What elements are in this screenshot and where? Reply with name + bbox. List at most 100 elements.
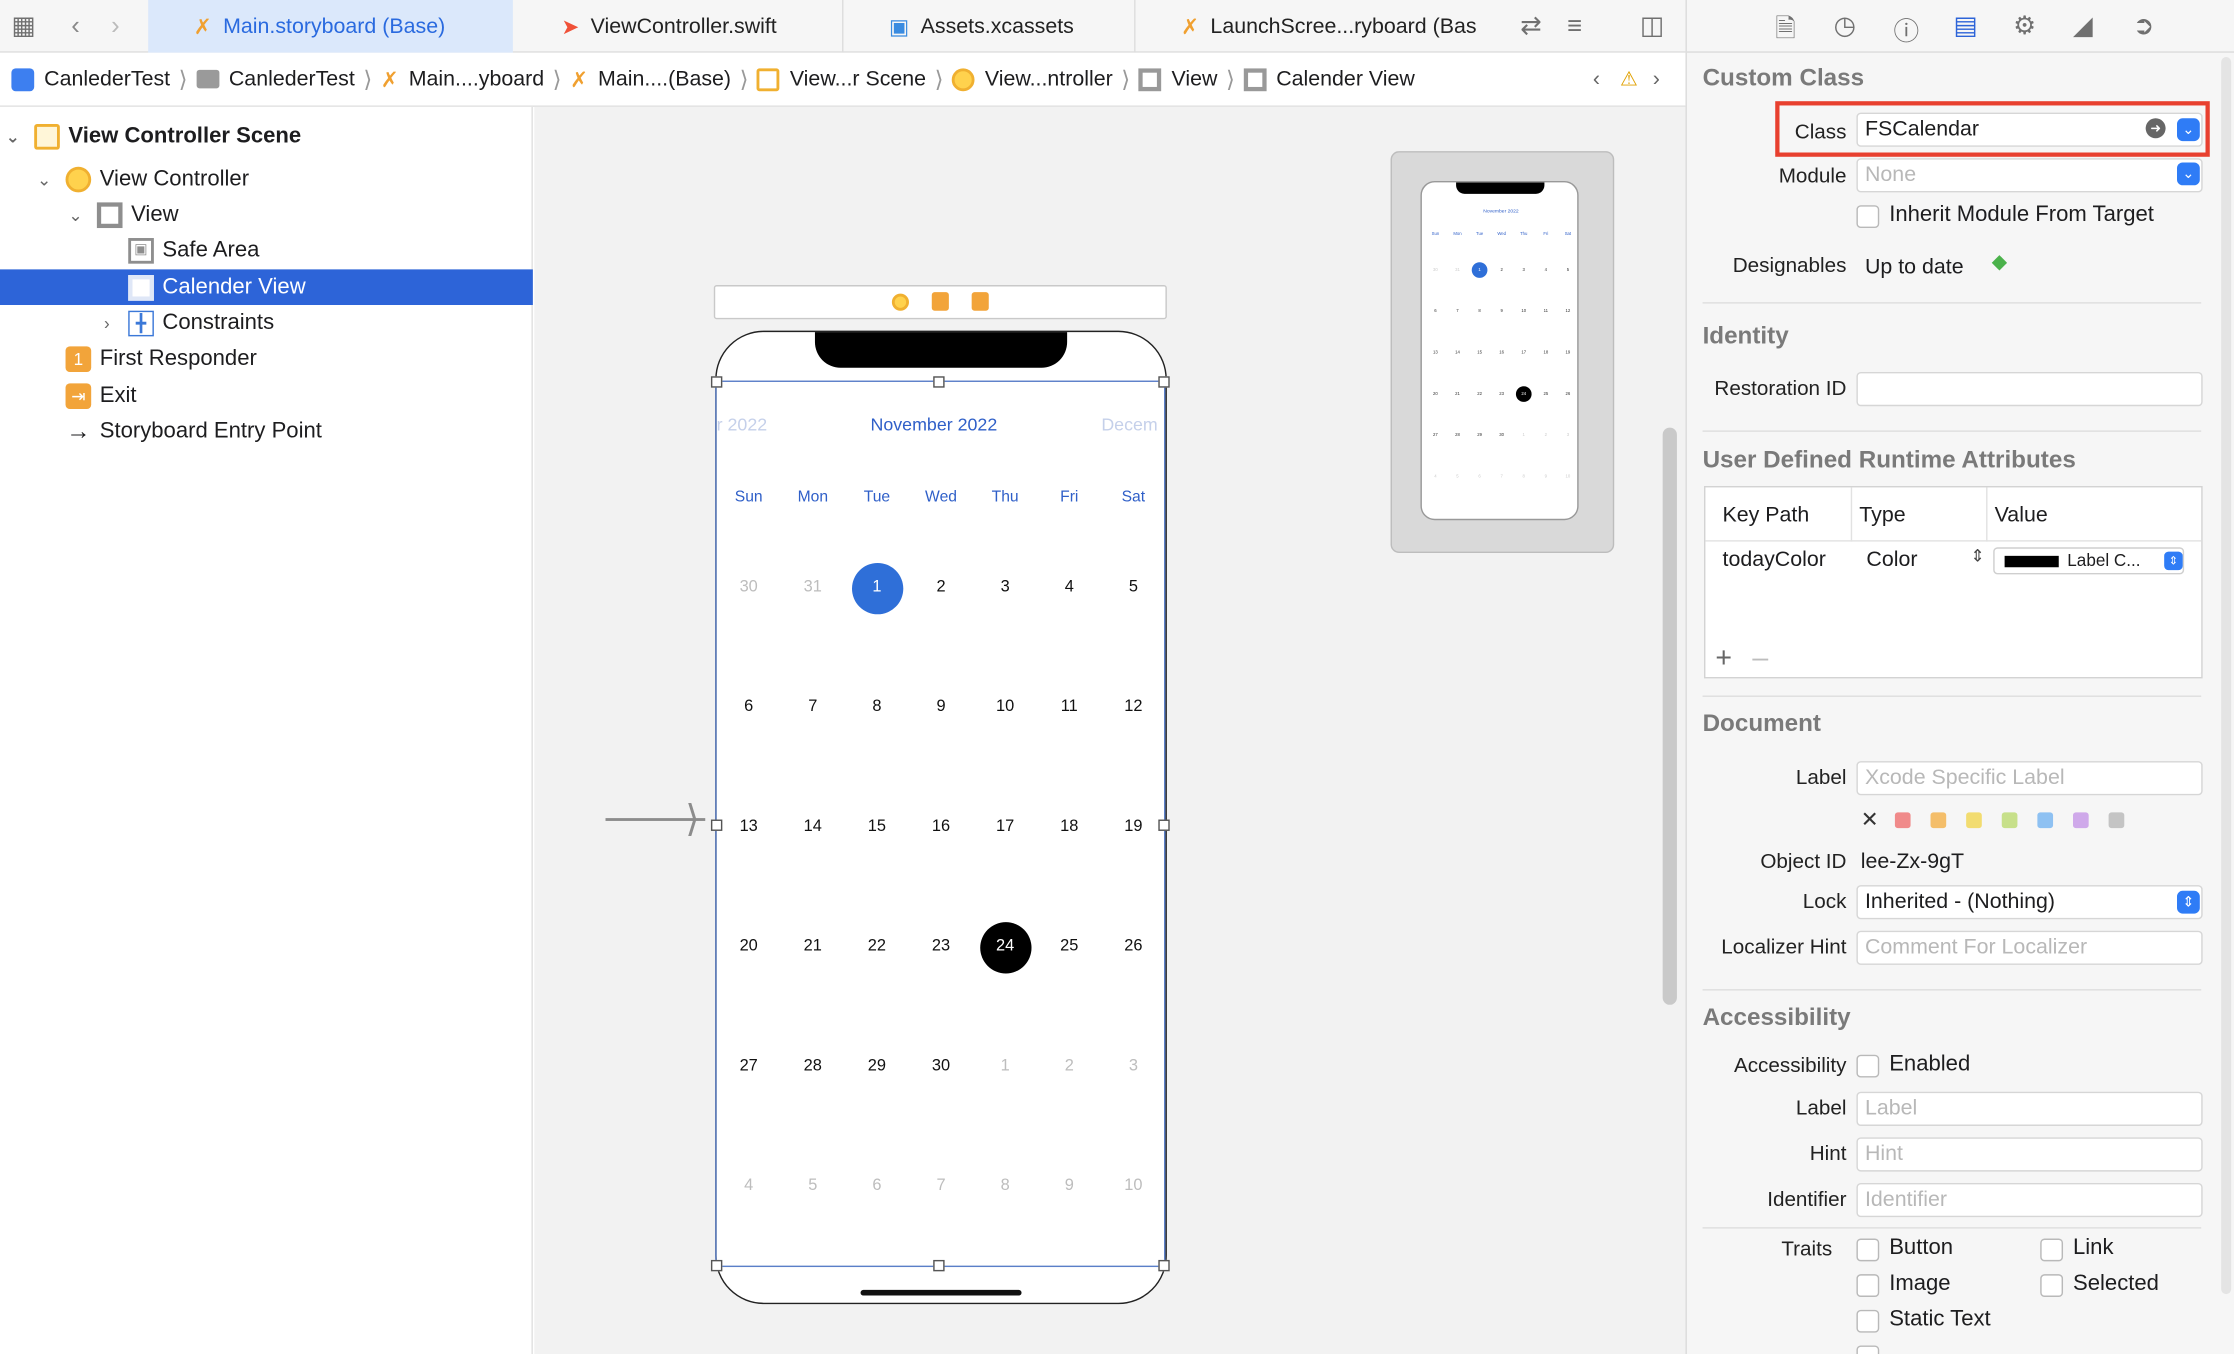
accessibility-enabled-checkbox[interactable] (1856, 1054, 1880, 1078)
issue-back-icon[interactable]: ‹ (1593, 67, 1600, 91)
calendar-day[interactable]: 6 (717, 698, 781, 715)
stepper-icon[interactable]: ⇕ (1970, 546, 1984, 566)
class-dropdown-button[interactable]: ⌄ (2177, 118, 2200, 142)
exit-icon[interactable] (971, 292, 989, 311)
resize-handle[interactable] (710, 1259, 723, 1272)
go-arrow-icon[interactable]: ➜ (2145, 118, 2166, 139)
lines-icon[interactable]: ≡ (1567, 11, 1582, 41)
key-path-cell[interactable]: todayColor (1723, 547, 1826, 571)
outline-item-calender-view[interactable]: Calender View (0, 269, 533, 306)
add-editor-icon[interactable]: ◫ (1640, 11, 1664, 41)
trait-selected-checkbox[interactable] (2040, 1274, 2064, 1297)
calendar-day[interactable]: 11 (1037, 698, 1101, 715)
calendar-day[interactable]: 2 (909, 579, 973, 596)
issue-forward-icon[interactable]: › (1653, 67, 1660, 91)
lock-popup[interactable]: Inherited - (Nothing) (1856, 885, 2203, 920)
canvas-minimap[interactable]: November 2022 Sun Mon Tue Wed Thu Fri Sat 30 31 1… (1390, 151, 1615, 554)
label-color-swatch[interactable] (2072, 812, 2089, 829)
canvas-scrollbar[interactable] (1662, 427, 1677, 1005)
calendar-prev-month[interactable]: r 2022 (717, 415, 768, 435)
outline-item-view-controller[interactable]: ⌄ View Controller (0, 161, 533, 197)
calender-view[interactable]: r 2022 November 2022 Decem Sun Mon Tue Wed T… (715, 380, 1166, 1268)
breadcrumb-item[interactable]: CanlederTest (196, 67, 355, 91)
trait-static-text-checkbox[interactable] (1856, 1309, 1880, 1333)
inspector-scrollbar[interactable] (2221, 57, 2232, 1295)
trait-image-checkbox[interactable] (1856, 1274, 1880, 1297)
history-icon[interactable]: ◷ (1834, 11, 1856, 41)
calendar-day[interactable]: 9 (909, 698, 973, 715)
color-dropdown-icon[interactable]: ⇕ (2164, 551, 2183, 571)
help-icon[interactable]: ⓘ (1893, 11, 1919, 48)
disclosure-down-icon[interactable]: ⌄ (34, 169, 54, 189)
disclosure-right-icon[interactable]: › (97, 313, 117, 333)
tab-main-storyboard[interactable]: ✗ Main.storyboard (Base) (148, 0, 513, 53)
breadcrumb-item[interactable]: ✗ Main....(Base) (570, 66, 731, 92)
calendar-day[interactable]: 28 (781, 1058, 845, 1075)
warning-icon[interactable]: ⚠ (1620, 67, 1638, 91)
lock-dropdown-icon[interactable]: ⇕ (2177, 890, 2200, 914)
calendar-day[interactable]: 30 (717, 579, 781, 596)
calendar-day[interactable]: 6 (845, 1177, 909, 1194)
first-responder-icon[interactable] (931, 292, 949, 311)
disclosure-down-icon[interactable]: ⌄ (3, 126, 23, 146)
outline-item-view[interactable]: ⌄ View (0, 197, 533, 233)
scene-dock[interactable] (713, 285, 1167, 320)
calendar-day[interactable]: 20 (717, 938, 781, 955)
label-color-swatch[interactable] (2108, 812, 2125, 829)
calendar-day[interactable]: 23 (909, 938, 973, 955)
label-color-swatch[interactable] (1894, 812, 1911, 829)
trait-button-checkbox[interactable] (1856, 1238, 1880, 1262)
calendar-day[interactable]: 25 (1037, 938, 1101, 955)
outline-item-exit[interactable]: ⇥ Exit (0, 378, 533, 414)
tab-launchscreen[interactable]: ✗ LaunchScree...ryboard (Bas (1136, 0, 1506, 53)
color-value-popup[interactable]: Label C... ⇕ (1993, 547, 2185, 575)
column-header-key-path[interactable]: Key Path (1723, 503, 1810, 527)
calendar-day[interactable]: 3 (973, 579, 1037, 596)
calendar-day[interactable]: 5 (1101, 579, 1164, 596)
table-row[interactable]: todayColor Color ⇕ Label C... ⇕ (1705, 543, 2201, 580)
localizer-hint-input[interactable]: Comment For Localizer (1856, 930, 2203, 965)
outline-item-constraints[interactable]: › ╋ Constraints (0, 305, 533, 341)
resize-handle[interactable] (710, 376, 723, 388)
calendar-day[interactable]: 31 (781, 579, 845, 596)
label-color-swatch[interactable] (1966, 812, 1982, 829)
outline-item-safe-area[interactable]: ▣ Safe Area (0, 232, 533, 268)
forward-chevron-icon[interactable]: › (111, 11, 120, 41)
accessibility-identifier-input[interactable]: Identifier (1856, 1182, 2203, 1218)
identity-icon[interactable]: ▤ (1953, 11, 1977, 41)
label-color-swatch[interactable] (1930, 812, 1947, 829)
restoration-id-input[interactable] (1856, 371, 2203, 407)
view-controller-icon[interactable] (891, 293, 909, 311)
calendar-day[interactable]: 26 (1101, 938, 1164, 955)
calendar-day[interactable]: 1 (845, 579, 909, 596)
calendar-day[interactable]: 15 (845, 818, 909, 835)
grid-icon[interactable]: ▦ (11, 11, 35, 41)
connections-icon[interactable]: ➲ (2133, 11, 2155, 41)
accessibility-label-input[interactable]: Label (1856, 1091, 2203, 1126)
accessibility-hint-input[interactable]: Hint (1856, 1137, 2203, 1172)
resize-handle[interactable] (933, 376, 945, 388)
attributes-icon[interactable]: ⚙ (2013, 11, 2036, 41)
label-color-swatch[interactable] (2037, 812, 2054, 829)
document-label-input[interactable]: Xcode Specific Label (1856, 761, 2203, 796)
column-header-value[interactable]: Value (1995, 503, 2048, 527)
add-attribute-button[interactable]: + (1715, 643, 1732, 676)
calendar-day[interactable]: 4 (1037, 579, 1101, 596)
calendar-day[interactable]: 14 (781, 818, 845, 835)
calendar-day[interactable]: 13 (717, 818, 781, 835)
tab-assets[interactable]: ▣ Assets.xcassets (843, 0, 1136, 53)
calendar-day[interactable]: 27 (717, 1058, 781, 1075)
calendar-day[interactable]: 24 (973, 938, 1037, 955)
calendar-day[interactable]: 4 (717, 1177, 781, 1194)
tab-viewcontroller-swift[interactable]: ➤ ViewController.swift (513, 0, 844, 53)
resize-handle[interactable] (933, 1259, 945, 1272)
calendar-day[interactable]: 7 (781, 698, 845, 715)
file-icon[interactable]: 🗎 (1775, 11, 1796, 54)
module-input[interactable]: None (1856, 158, 2203, 193)
outline-item-entry-point[interactable]: → Storyboard Entry Point (0, 413, 533, 449)
calendar-day[interactable]: 7 (909, 1177, 973, 1194)
type-cell[interactable]: Color (1866, 547, 1917, 571)
resize-handle[interactable] (710, 819, 723, 831)
calendar-day[interactable]: 8 (845, 698, 909, 715)
calendar-day[interactable]: 29 (845, 1058, 909, 1075)
